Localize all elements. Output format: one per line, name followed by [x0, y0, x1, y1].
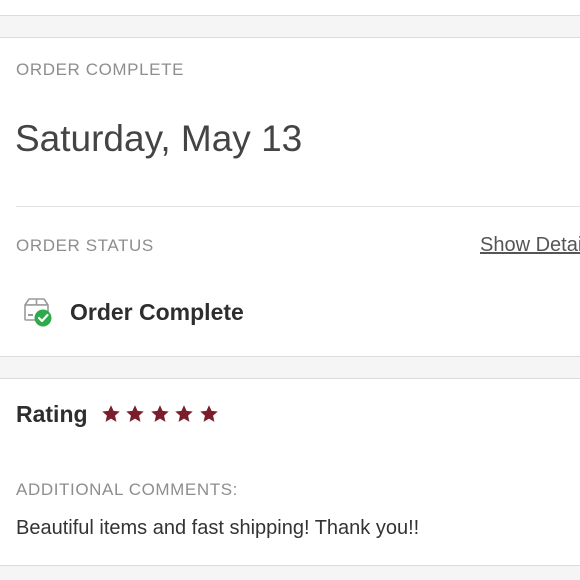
- rating-stars: [101, 404, 224, 424]
- star-icon: [101, 405, 120, 422]
- rating-row: Rating: [16, 399, 223, 429]
- previous-card-edge: [0, 0, 580, 16]
- section-divider: [16, 206, 580, 207]
- show-details-link[interactable]: Show Details: [480, 234, 580, 257]
- additional-comments-heading: ADDITIONAL COMMENTS:: [16, 480, 238, 499]
- order-details-page: ORDER COMPLETE Saturday, May 13 ORDER ST…: [0, 0, 580, 580]
- package-check-icon: [24, 298, 52, 327]
- order-date: Saturday, May 13: [15, 118, 303, 159]
- review-card: Rating ADDITIONAL COMMENTS: Beautiful it…: [0, 378, 580, 566]
- rating-label: Rating: [16, 400, 88, 427]
- review-comment: Beautiful items and fast shipping! Thank…: [16, 517, 420, 539]
- order-complete-heading: ORDER COMPLETE: [16, 60, 185, 79]
- star-icon: [175, 405, 193, 422]
- order-status-row: Order Complete: [20, 294, 244, 330]
- star-icon: [150, 405, 169, 422]
- order-status-heading: ORDER STATUS: [16, 236, 154, 255]
- order-card: ORDER COMPLETE Saturday, May 13 ORDER ST…: [0, 37, 580, 357]
- star-icon: [199, 405, 218, 422]
- order-status-text: Order Complete: [70, 298, 244, 325]
- star-icon: [126, 405, 144, 422]
